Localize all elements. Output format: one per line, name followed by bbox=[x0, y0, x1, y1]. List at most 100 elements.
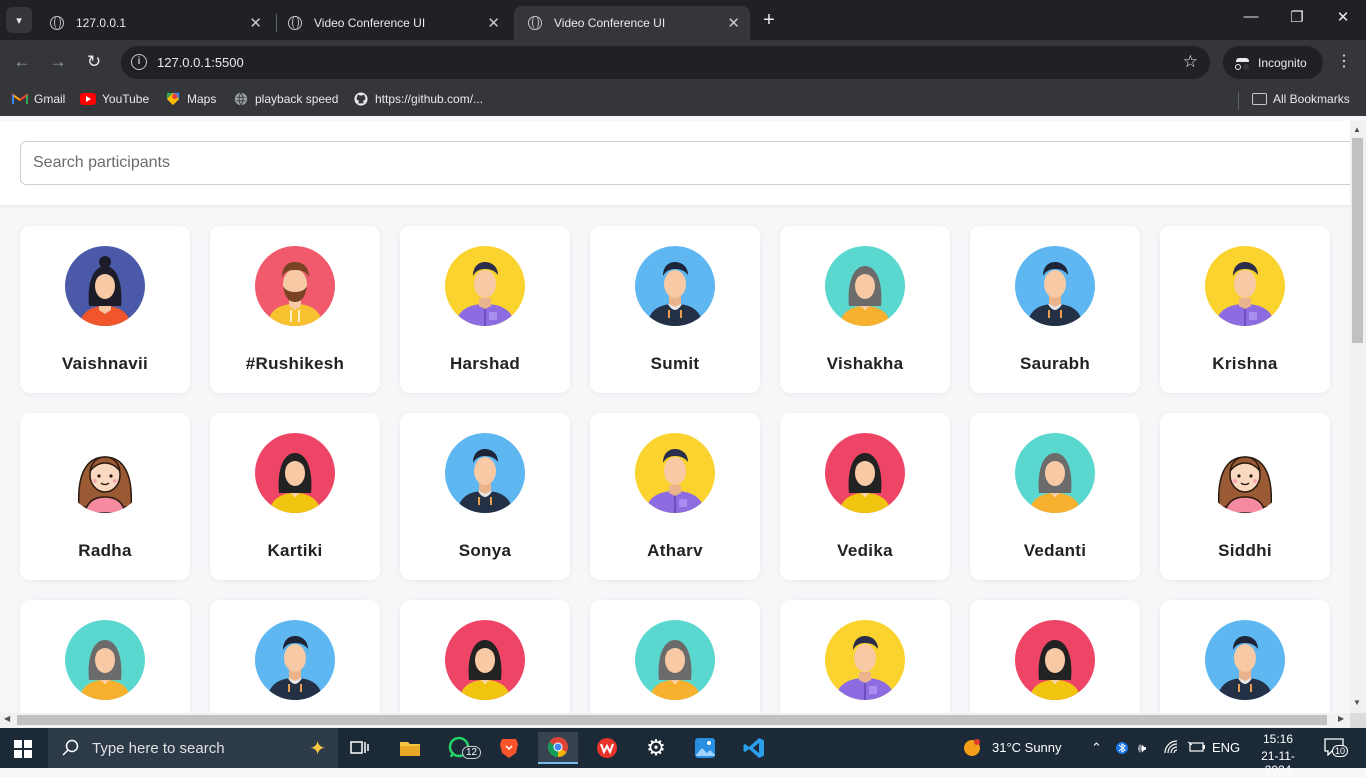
participant-avatar bbox=[825, 246, 905, 326]
tab-video-conference-1[interactable]: Video Conference UI ✕ bbox=[274, 6, 510, 40]
horizontal-scroll-thumb[interactable] bbox=[17, 715, 1327, 725]
weather-text[interactable]: 31°C Sunny bbox=[992, 740, 1062, 755]
bookmark-youtube[interactable]: YouTube bbox=[80, 92, 149, 106]
folder-icon bbox=[1252, 93, 1267, 105]
participant-card[interactable] bbox=[970, 600, 1140, 713]
participant-card[interactable]: Atharv bbox=[590, 413, 760, 580]
participant-card[interactable]: Vaishnavii bbox=[20, 226, 190, 393]
url-text[interactable]: 127.0.0.1:5500 bbox=[157, 55, 244, 70]
brave-browser-icon[interactable] bbox=[489, 732, 529, 764]
participant-card[interactable]: Radha bbox=[20, 413, 190, 580]
notification-count-badge: 10 bbox=[1332, 745, 1349, 757]
participant-card[interactable] bbox=[400, 600, 570, 713]
participant-name: Krishna bbox=[1212, 354, 1278, 373]
restore-icon[interactable]: ❐ bbox=[1285, 8, 1309, 26]
participant-avatar bbox=[1205, 433, 1285, 513]
bookmark-label: Maps bbox=[187, 92, 217, 106]
participant-card[interactable]: Vishakha bbox=[780, 226, 950, 393]
search-participants-input[interactable] bbox=[20, 141, 1350, 185]
notification-center-icon[interactable]: 10 bbox=[1324, 738, 1349, 759]
wifi-icon[interactable] bbox=[1164, 740, 1180, 757]
vscode-icon[interactable] bbox=[734, 732, 774, 764]
participant-card[interactable]: Sumit bbox=[590, 226, 760, 393]
minimize-icon[interactable]: — bbox=[1239, 8, 1263, 25]
bookmark-gmail[interactable]: Gmail bbox=[12, 92, 65, 106]
task-view-icon[interactable] bbox=[340, 732, 380, 764]
participant-card[interactable]: Vedika bbox=[780, 413, 950, 580]
participant-card[interactable] bbox=[590, 600, 760, 713]
participant-card[interactable]: Krishna bbox=[1160, 226, 1330, 393]
participant-name: Atharv bbox=[647, 541, 703, 560]
participant-card[interactable]: Kartiki bbox=[210, 413, 380, 580]
scroll-up-arrow[interactable]: ▲ bbox=[1353, 125, 1361, 134]
tab-video-conference-2[interactable]: Video Conference UI ✕ bbox=[514, 6, 750, 40]
site-info-icon[interactable]: i bbox=[131, 54, 147, 70]
settings-gear-icon[interactable]: ⚙ bbox=[636, 732, 676, 764]
close-tab-icon[interactable]: ✕ bbox=[727, 14, 740, 32]
photos-icon[interactable] bbox=[685, 732, 725, 764]
participant-card[interactable] bbox=[1160, 600, 1330, 713]
bookmark-star-icon[interactable]: ☆ bbox=[1183, 52, 1198, 72]
tab-localhost[interactable]: 127.0.0.1 ✕ bbox=[36, 6, 272, 40]
wps-office-icon[interactable] bbox=[587, 732, 627, 764]
vertical-scroll-thumb[interactable] bbox=[1352, 138, 1363, 343]
close-tab-icon[interactable]: ✕ bbox=[249, 14, 262, 32]
participant-card[interactable]: Harshad bbox=[400, 226, 570, 393]
globe-icon bbox=[288, 16, 302, 30]
clock[interactable]: 15:16 21-11-2024 bbox=[1250, 732, 1306, 777]
copilot-sparkle-icon[interactable]: ✦ bbox=[309, 736, 326, 761]
all-bookmarks-button[interactable]: All Bookmarks bbox=[1252, 92, 1350, 106]
language-indicator[interactable]: ENG bbox=[1212, 740, 1240, 755]
incognito-badge[interactable]: Incognito bbox=[1223, 46, 1323, 79]
new-tab-button[interactable]: + bbox=[758, 7, 780, 33]
taskbar-search-box[interactable]: Type here to search ✦ bbox=[48, 728, 338, 768]
participant-card[interactable]: Saurabh bbox=[970, 226, 1140, 393]
bookmark-playback-speed[interactable]: playback speed bbox=[233, 92, 338, 106]
all-bookmarks-label: All Bookmarks bbox=[1273, 92, 1350, 106]
participant-card[interactable]: Siddhi bbox=[1160, 413, 1330, 580]
participant-card[interactable] bbox=[210, 600, 380, 713]
close-window-icon[interactable]: ✕ bbox=[1331, 8, 1355, 26]
chrome-icon[interactable] bbox=[538, 732, 578, 764]
participant-avatar bbox=[255, 433, 335, 513]
file-explorer-icon[interactable] bbox=[390, 732, 430, 764]
bookmark-github[interactable]: https://github.com/... bbox=[353, 92, 483, 106]
search-icon bbox=[62, 739, 79, 756]
participant-avatar bbox=[825, 433, 905, 513]
show-hidden-icons-chevron-icon[interactable]: ⌃ bbox=[1091, 740, 1102, 756]
page-viewport: Vaishnavii #Rushikesh Harshad Sumit Vishakha… bbox=[0, 121, 1350, 713]
maps-icon bbox=[166, 92, 180, 106]
participant-name: Kartiki bbox=[267, 541, 323, 560]
close-tab-icon[interactable]: ✕ bbox=[487, 14, 500, 32]
participant-card[interactable] bbox=[780, 600, 950, 713]
taskbar-search-placeholder: Type here to search bbox=[92, 739, 225, 757]
menu-kebab-icon[interactable]: ⋮ bbox=[1336, 51, 1352, 71]
windows-start-icon[interactable] bbox=[14, 740, 32, 758]
participant-card[interactable]: #Rushikesh bbox=[210, 226, 380, 393]
participant-card[interactable]: Vedanti bbox=[970, 413, 1140, 580]
participant-name: Vedanti bbox=[1023, 541, 1087, 560]
bookmark-maps[interactable]: Maps bbox=[165, 92, 216, 106]
back-arrow-icon[interactable]: ← bbox=[11, 51, 33, 73]
participant-card[interactable]: Sonya bbox=[400, 413, 570, 580]
tab-search-button[interactable]: ▾ bbox=[6, 7, 32, 33]
weather-icon[interactable] bbox=[962, 738, 982, 761]
participant-card[interactable] bbox=[20, 600, 190, 713]
participant-avatar bbox=[445, 620, 525, 700]
volume-icon[interactable]: 🕪 bbox=[1138, 740, 1146, 756]
reload-icon[interactable]: ↻ bbox=[83, 51, 105, 73]
scroll-left-arrow[interactable]: ◀ bbox=[4, 714, 10, 723]
battery-icon[interactable] bbox=[1187, 740, 1205, 757]
incognito-icon bbox=[1235, 57, 1250, 70]
whatsapp-badge: 12 bbox=[462, 746, 482, 759]
bluetooth-icon[interactable] bbox=[1116, 740, 1128, 759]
participant-avatar bbox=[65, 246, 145, 326]
scroll-right-arrow[interactable]: ▶ bbox=[1338, 714, 1344, 723]
address-bar[interactable]: i 127.0.0.1:5500 ☆ bbox=[121, 46, 1210, 79]
scroll-down-arrow[interactable]: ▼ bbox=[1353, 698, 1361, 707]
whatsapp-icon[interactable]: 12 bbox=[440, 732, 482, 764]
forward-arrow-icon[interactable]: → bbox=[47, 51, 69, 73]
clock-date: 21-11-2024 bbox=[1261, 749, 1295, 777]
browser-toolbar: ← → ↻ i 127.0.0.1:5500 ☆ Incognito ⋮ bbox=[0, 40, 1366, 84]
globe-icon bbox=[528, 16, 542, 30]
